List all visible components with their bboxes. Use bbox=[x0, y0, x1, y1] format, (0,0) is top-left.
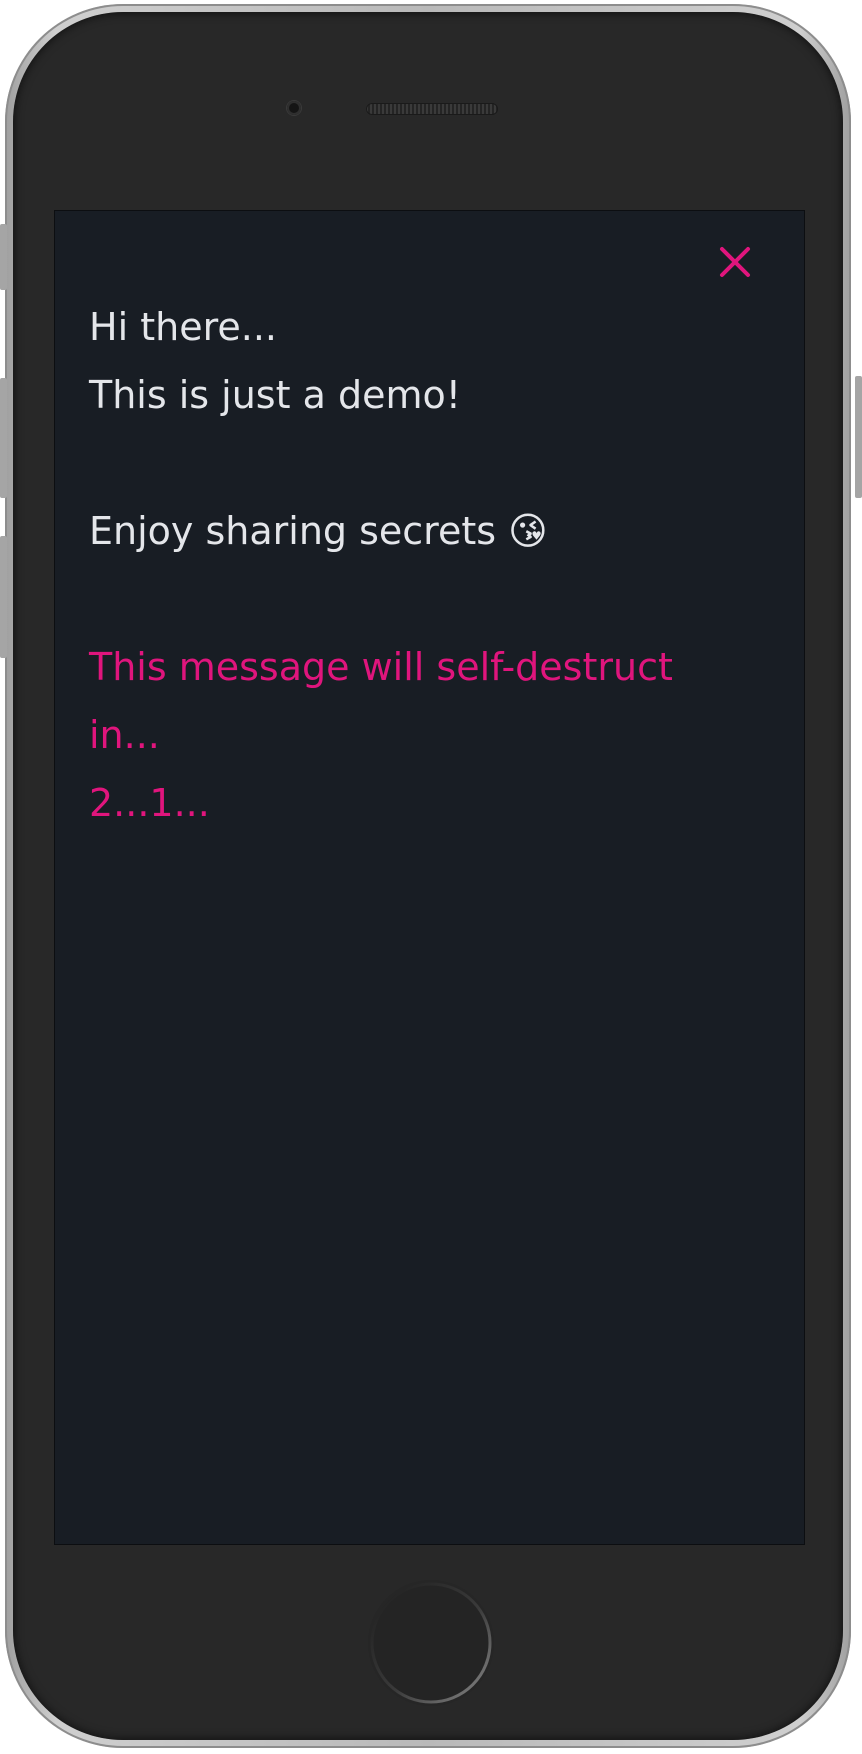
close-icon bbox=[720, 247, 750, 277]
greeting-line: Hi there... bbox=[89, 305, 277, 349]
secret-message: Hi there... This is just a demo! Enjoy s… bbox=[89, 293, 769, 837]
countdown-text: 2...1... bbox=[89, 781, 210, 825]
self-destruct-warning: This message will self-destruct bbox=[89, 645, 673, 689]
home-button-ring-icon bbox=[370, 1582, 492, 1704]
self-destruct-warning-cont: in... bbox=[89, 713, 160, 757]
volume-down-button bbox=[0, 536, 7, 658]
app-screen: Hi there... This is just a demo! Enjoy s… bbox=[54, 210, 805, 1545]
demo-notice-line: This is just a demo! bbox=[89, 373, 461, 417]
close-button[interactable] bbox=[718, 245, 752, 279]
power-button bbox=[855, 376, 862, 498]
home-button[interactable] bbox=[368, 1580, 494, 1706]
silent-switch bbox=[0, 224, 7, 290]
volume-up-button bbox=[0, 378, 7, 498]
front-camera bbox=[287, 101, 301, 115]
enjoy-line: Enjoy sharing secrets 😘 bbox=[89, 509, 548, 553]
earpiece-speaker bbox=[366, 103, 498, 115]
